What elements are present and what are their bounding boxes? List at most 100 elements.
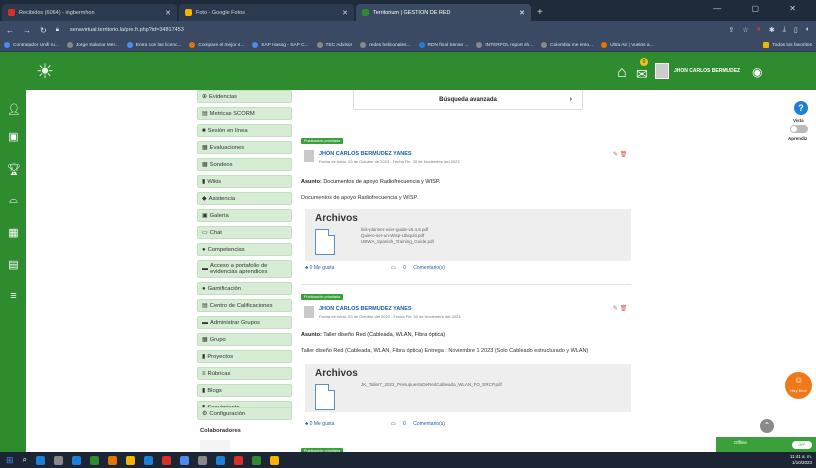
windows-start-icon[interactable]: ⊞ xyxy=(6,455,14,466)
new-tab-button[interactable]: + xyxy=(531,7,549,21)
sena-logo[interactable]: ☀ xyxy=(36,59,54,84)
close-icon[interactable]: ✕ xyxy=(515,9,525,17)
system-clock[interactable]: 11:41 a. m. 1/10/2023 xyxy=(790,454,812,466)
tool-calificaciones[interactable]: ▤ Centro de Calificaciones xyxy=(197,299,292,312)
competencies-icon: ● xyxy=(202,246,206,253)
tool-wikis[interactable]: ▮ Wikis xyxy=(197,175,292,188)
offline-switch[interactable]: OFF xyxy=(792,441,812,449)
like-button[interactable]: ♣ 0 Me gusta xyxy=(305,421,334,427)
file-link[interactable]: UBWA_Spanish_Training_Guide.pdf xyxy=(361,239,434,245)
taskbar-app-icon[interactable] xyxy=(180,455,190,465)
taskbar-app-icon[interactable] xyxy=(234,455,244,465)
trophy-icon[interactable]: 🏆︎ xyxy=(7,163,21,176)
profile-icon[interactable]: ◐ xyxy=(806,26,810,34)
tool-sondeos[interactable]: ▦ Sondeos xyxy=(197,158,292,171)
taskbar-app-icon[interactable] xyxy=(72,455,82,465)
assistant-button[interactable]: Hey Emi! xyxy=(785,372,812,399)
tool-chat[interactable]: ▭ Chat xyxy=(197,226,292,239)
file-link[interactable]: JK_Taller7_2022_PresupuestoDeRedCableada… xyxy=(361,382,502,388)
comments-button[interactable]: ▭ 0 Comentario(s) xyxy=(391,265,445,271)
home-icon[interactable]: ⌂ xyxy=(617,64,627,82)
taskbar-app-icon[interactable] xyxy=(198,455,208,465)
tool-metricas-scorm[interactable]: ▤ Metricas SCORM xyxy=(197,107,292,120)
forward-icon[interactable]: → xyxy=(23,26,31,35)
scroll-top-button[interactable]: ⌃ xyxy=(760,419,774,433)
browser-tab-gmail[interactable]: Recibidos (6064) - ingbermhon ✕ xyxy=(2,4,177,21)
calendar-icon[interactable]: ▦ xyxy=(7,226,20,239)
taskbar-app-icon[interactable] xyxy=(162,455,172,465)
bookmark-item[interactable]: Contratador Unifi ru... xyxy=(4,42,59,48)
tool-administrar-grupos[interactable]: ▬ Administrar Grupos xyxy=(197,316,292,329)
list-icon[interactable]: ▤ xyxy=(7,258,20,271)
download-icon[interactable]: ⤓ xyxy=(783,26,786,34)
bookmark-item[interactable]: Jorge Salazar Mer... xyxy=(66,42,119,48)
bookmark-item[interactable]: redes heliconales... xyxy=(360,42,411,48)
tool-portafolio[interactable]: ▬ Acceso a portafolio de evidencias apren… xyxy=(197,260,292,278)
post-author[interactable]: JHON CARLOS BERMUDEZ YANES xyxy=(319,151,412,157)
search-icon[interactable]: ⌕ xyxy=(23,455,27,465)
view-toggle[interactable] xyxy=(790,125,808,133)
site-info-icon[interactable]: 🔒︎ xyxy=(56,27,59,34)
edit-icon[interactable]: ✎ xyxy=(613,152,618,158)
bookmark-all-favorites[interactable]: Todos los favoritos xyxy=(763,42,812,48)
tool-gamificacion[interactable]: ● Gamificación xyxy=(197,282,292,295)
taskbar-app-icon[interactable] xyxy=(252,455,262,465)
bookmark-item[interactable]: RDN final Sense ... xyxy=(418,42,468,48)
tool-proyectos[interactable]: ▮ Proyectos xyxy=(197,350,292,363)
edit-icon[interactable]: ✎ xyxy=(613,306,618,312)
tool-rubricas[interactable]: ≡ Rúbricas xyxy=(197,367,292,380)
inbox-icon[interactable]: ⌓ xyxy=(7,194,20,207)
taskbar-app-icon[interactable] xyxy=(108,455,118,465)
url-field[interactable]: senavirtual.territorio.la/pre.fr.php?id=… xyxy=(70,27,184,33)
taskbar-app-icon[interactable] xyxy=(216,455,226,465)
menu-icon[interactable]: ≡ xyxy=(7,290,20,302)
close-icon[interactable]: ✕ xyxy=(338,9,348,17)
reload-icon[interactable]: ↻ xyxy=(40,26,47,35)
close-icon[interactable]: ✕ xyxy=(161,9,171,17)
bookmark-item[interactable]: TEC Advisor xyxy=(316,42,352,48)
bookmark-item[interactable]: Compare el mejor s... xyxy=(189,42,244,48)
bookmark-item[interactable]: Ultra Air | Vuelos a... xyxy=(601,42,654,48)
mail-icon[interactable]: ✉ xyxy=(636,66,648,83)
bookmark-item[interactable]: INTERFOL report sh... xyxy=(476,42,533,48)
taskbar-app-icon[interactable] xyxy=(54,455,64,465)
taskbar-app-icon[interactable] xyxy=(270,455,280,465)
tool-blogs[interactable]: ▮ Blogs xyxy=(197,384,292,397)
username[interactable]: JHON CARLOS BERMUDEZ xyxy=(674,68,740,74)
window-controls[interactable]: — ▢ ✕ xyxy=(713,4,810,13)
browser-tab-territorium[interactable]: Territorium | GESTION DE RED ✕ xyxy=(356,4,531,21)
extension-icon[interactable]: ● xyxy=(757,26,761,34)
sidebar-icon[interactable]: ▯ xyxy=(794,26,798,34)
tool-configuracion[interactable]: ⚙ Configuración xyxy=(197,407,292,420)
tool-evaluaciones[interactable]: ▦ Evaluaciones xyxy=(197,141,292,154)
tool-asistencia[interactable]: ◆ Asistencia xyxy=(197,192,292,205)
help-icon[interactable]: ? xyxy=(794,101,808,115)
bookmark-item[interactable]: Entra con las licenc... xyxy=(126,42,181,48)
post-author[interactable]: JHON CARLOS BERMUDEZ YANES xyxy=(319,306,412,312)
trash-icon[interactable]: 🗑︎ xyxy=(620,152,628,158)
tool-sesion-en-linea[interactable]: ■ Sesión en línea xyxy=(197,124,292,137)
tool-competencias[interactable]: ● Competencias xyxy=(197,243,292,256)
bookmark-star-icon[interactable]: ☆ xyxy=(742,26,748,34)
trash-icon[interactable]: 🗑︎ xyxy=(620,306,628,312)
extensions-icon[interactable]: ✱ xyxy=(769,26,775,34)
share-icon[interactable]: ⇪ xyxy=(729,26,735,34)
comments-button[interactable]: ▭ 0 Comentario(s) xyxy=(391,421,445,427)
taskbar-app-icon[interactable] xyxy=(144,455,154,465)
taskbar-app-icon[interactable] xyxy=(90,455,100,465)
browser-tab-photos[interactable]: Foto - Google Fotos ✕ xyxy=(179,4,354,21)
taskbar-app-icon[interactable] xyxy=(36,455,46,465)
advanced-search-button[interactable]: Búsqueda avanzada › xyxy=(353,90,583,110)
taskbar-app-icon[interactable] xyxy=(126,455,136,465)
back-icon[interactable]: ← xyxy=(6,26,14,35)
tool-evidencias[interactable]: ⊕ Evidencias xyxy=(197,90,292,103)
bookmark-item[interactable]: SAP Hasog - SAP C... xyxy=(252,42,309,48)
avatar[interactable] xyxy=(655,63,669,79)
tool-galeria[interactable]: ▣ Galería xyxy=(197,209,292,222)
user-icon[interactable]: 👤︎ xyxy=(7,103,21,116)
like-button[interactable]: ♣ 0 Me gusta xyxy=(305,265,334,271)
tool-grupo[interactable]: ▦ Grupo xyxy=(197,333,292,346)
bookmark-item[interactable]: Colombia me ento... xyxy=(541,42,593,48)
course-icon[interactable]: ▣ xyxy=(7,130,20,143)
eye-icon[interactable]: ◉ xyxy=(752,65,762,79)
